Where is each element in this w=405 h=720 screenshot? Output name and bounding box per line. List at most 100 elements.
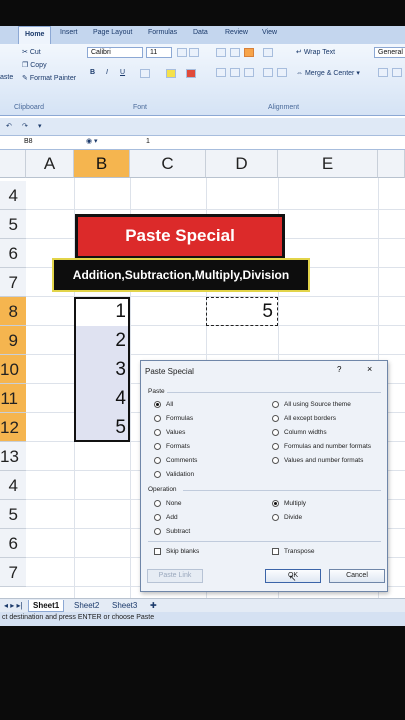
radio-subtract[interactable] <box>154 528 161 535</box>
radio-all[interactable] <box>154 401 161 408</box>
font-color-icon[interactable] <box>186 69 196 78</box>
radio-formulas[interactable] <box>154 415 161 422</box>
row-header-15[interactable]: 5 <box>0 500 26 529</box>
tab-insert[interactable]: Insert <box>60 29 78 36</box>
skip-blanks-checkbox[interactable] <box>154 548 161 555</box>
format-painter-button[interactable]: ✎ Format Painter <box>22 74 76 82</box>
fill-color-icon[interactable] <box>166 69 176 78</box>
sheet-tab-2[interactable]: Sheet2 <box>70 600 103 611</box>
close-icon[interactable]: × <box>367 364 372 374</box>
row-header-11[interactable]: 11 <box>0 384 26 413</box>
decrease-indent-icon[interactable] <box>263 68 273 77</box>
undo-icon[interactable]: ↶ <box>6 122 12 130</box>
radio-none-label: None <box>166 500 182 507</box>
italic-icon[interactable]: I <box>106 69 108 76</box>
radio-validation[interactable] <box>154 471 161 478</box>
cut-button[interactable]: ✂ Cut <box>22 48 41 56</box>
copy-button[interactable]: ❐ Copy <box>22 61 47 69</box>
column-header-c[interactable]: C <box>130 150 206 178</box>
increase-indent-icon[interactable] <box>277 68 287 77</box>
radio-values-label: Values <box>166 429 186 436</box>
align-right-icon[interactable] <box>244 68 254 77</box>
grow-font-icon[interactable] <box>177 48 187 57</box>
align-left-icon[interactable] <box>216 68 226 77</box>
align-center-icon[interactable] <box>230 68 240 77</box>
row-header-4[interactable]: 4 <box>0 181 26 210</box>
redo-icon[interactable]: ↷ <box>22 122 28 130</box>
row-header-13[interactable]: 13 <box>0 442 26 471</box>
skip-blanks-label: Skip blanks <box>166 548 200 555</box>
paste-link-button[interactable]: Paste Link <box>147 569 203 583</box>
shrink-font-icon[interactable] <box>189 48 199 57</box>
row-header-8[interactable]: 8 <box>0 297 26 326</box>
fx-icon[interactable]: ◉ ▾ <box>86 137 98 145</box>
radio-multiply[interactable] <box>272 500 279 507</box>
row-header-6[interactable]: 6 <box>0 239 26 268</box>
name-box[interactable]: B8 <box>24 138 33 145</box>
customize-toolbar-icon[interactable]: ▾ <box>38 122 42 130</box>
row-header-16[interactable]: 6 <box>0 529 26 558</box>
column-header-e[interactable]: E <box>278 150 378 178</box>
radio-all-except-borders[interactable] <box>272 415 279 422</box>
paste-section-label: Paste <box>148 388 165 395</box>
column-header-b[interactable]: B <box>74 150 130 178</box>
currency-icon[interactable] <box>378 68 388 77</box>
percent-icon[interactable] <box>392 68 402 77</box>
font-size-select[interactable]: 11 <box>146 47 172 58</box>
select-all-corner[interactable] <box>0 150 26 178</box>
formula-input[interactable]: 1 <box>146 138 150 145</box>
transpose-checkbox[interactable] <box>272 548 279 555</box>
paste-button[interactable]: aste <box>0 74 13 81</box>
borders-icon[interactable] <box>140 69 150 78</box>
radio-values-number-formats[interactable] <box>272 457 279 464</box>
radio-formats[interactable] <box>154 443 161 450</box>
column-header-d[interactable]: D <box>206 150 278 178</box>
row-header-10[interactable]: 10 <box>0 355 26 384</box>
tab-home[interactable]: Home <box>18 26 52 44</box>
tab-page-layout[interactable]: Page Layout <box>93 29 132 36</box>
sheet-tab-3[interactable]: Sheet3 <box>108 600 141 611</box>
cell-d8[interactable]: 5 <box>206 297 278 326</box>
column-header-a[interactable]: A <box>26 150 74 178</box>
tab-formulas[interactable]: Formulas <box>148 29 177 36</box>
radio-column-widths[interactable] <box>272 429 279 436</box>
column-header-f[interactable] <box>378 150 405 178</box>
row-header-7[interactable]: 7 <box>0 268 26 297</box>
radio-all-source-theme[interactable] <box>272 401 279 408</box>
status-bar: ct destination and press ENTER or choose… <box>0 612 405 626</box>
help-button[interactable]: ? <box>337 365 341 374</box>
underline-icon[interactable]: U <box>120 69 125 76</box>
align-middle-icon[interactable] <box>230 48 240 57</box>
wrap-text-button[interactable]: ↵ Wrap Text <box>296 48 335 56</box>
row-header-14[interactable]: 4 <box>0 471 26 500</box>
new-sheet-icon[interactable]: ✚ <box>146 600 161 611</box>
font-name-select[interactable]: Calibri <box>87 47 143 58</box>
paste-special-dialog: Paste Special ? × Paste All Formulas Val… <box>140 360 388 592</box>
row-header-17[interactable]: 7 <box>0 558 26 587</box>
radio-values[interactable] <box>154 429 161 436</box>
radio-comments[interactable] <box>154 457 161 464</box>
row-header-5[interactable]: 5 <box>0 210 26 239</box>
merge-center-button[interactable]: ⇔ Merge & Center ▾ <box>296 69 360 77</box>
sheet-nav-icon[interactable]: ◂ ▸ ▸| <box>0 600 27 611</box>
radio-all-except-borders-label: All except borders <box>284 415 337 422</box>
tab-view[interactable]: View <box>262 29 277 36</box>
radio-formulas-number-formats[interactable] <box>272 443 279 450</box>
tab-data[interactable]: Data <box>193 29 208 36</box>
row-header-12[interactable]: 12 <box>0 413 26 442</box>
bold-icon[interactable]: B <box>90 69 95 76</box>
number-format-select[interactable]: General <box>374 47 405 58</box>
row-header-9[interactable]: 9 <box>0 326 26 355</box>
align-top-icon[interactable] <box>216 48 226 57</box>
radio-values-number-formats-label: Values and number formats <box>284 457 364 464</box>
orientation-icon[interactable] <box>263 48 273 57</box>
radio-none[interactable] <box>154 500 161 507</box>
cancel-button[interactable]: Cancel <box>329 569 385 583</box>
radio-add[interactable] <box>154 514 161 521</box>
align-bottom-icon[interactable] <box>244 48 254 57</box>
radio-divide[interactable] <box>272 514 279 521</box>
tab-review[interactable]: Review <box>225 29 248 36</box>
sheet-tab-1[interactable]: Sheet1 <box>28 600 65 612</box>
dialog-title: Paste Special <box>145 367 194 376</box>
ribbon: aste ✂ Cut ❐ Copy ✎ Format Painter Clipb… <box>0 44 405 116</box>
